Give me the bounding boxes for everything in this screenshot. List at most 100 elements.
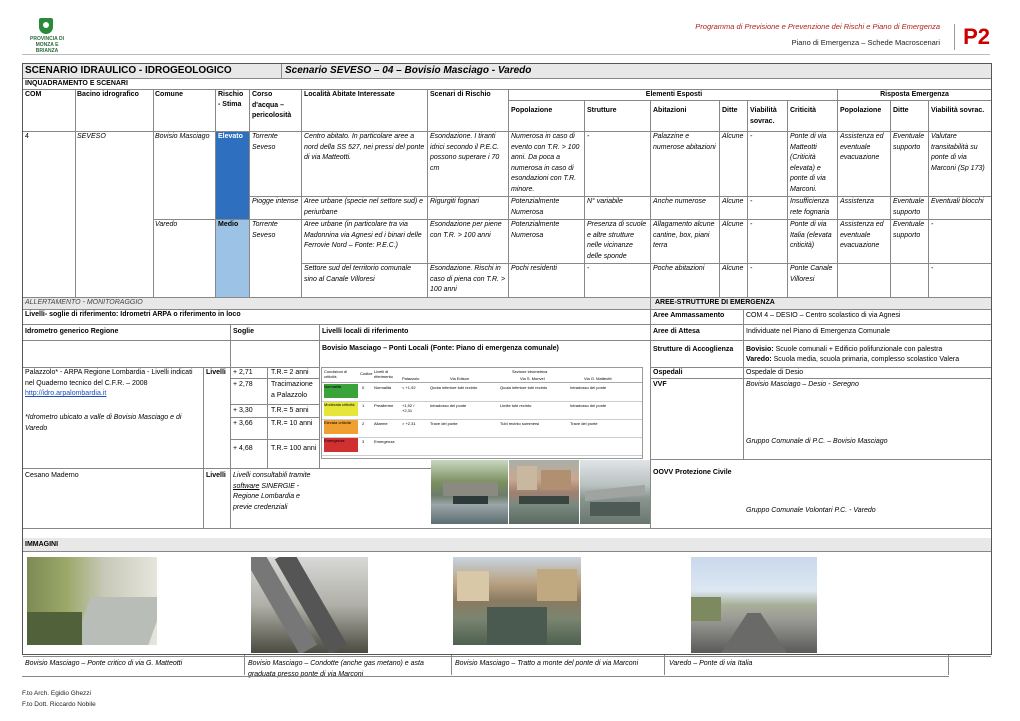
- risk-medio-bar: [216, 220, 249, 297]
- livelli-locali-label: Livelli locali di riferimento: [322, 328, 409, 335]
- ct-code: 3: [362, 439, 365, 444]
- row3-scenari: Esondazione per piene con T.R. > 100 ann…: [430, 221, 502, 239]
- ct-idro: > +2,31: [402, 421, 416, 426]
- row2-popolazione: Potenzialmente Numerosa: [511, 198, 560, 216]
- header-program-title: Programma di Previsione e Prevenzione de…: [695, 22, 940, 31]
- col-risposta: Risposta Emergenza: [880, 91, 949, 98]
- row1-strutture: -: [587, 133, 590, 140]
- vvf-value: Bovisio Masciago – Desio - Seregno: [746, 381, 859, 388]
- row1-ditte-risposta: Eventuale supporto: [893, 133, 925, 151]
- row4-viab-risposta: -: [931, 265, 934, 272]
- ospedali-label: Ospedali: [653, 369, 683, 376]
- palazzolo-idrometro: Palazzolo* - ARPA Regione Lombardia - Li…: [25, 369, 193, 387]
- bridge-photo-3: [580, 460, 650, 524]
- section-inquadramento: INQUADRAMENTO E SCENARI: [25, 80, 128, 87]
- row4-scenari: Esondazione. Rischi in caso di piena con…: [430, 265, 506, 293]
- volontari-varedo: Gruppo Comunale Volontari P.C. - Varedo: [746, 507, 876, 514]
- photo-ponte-italia: [691, 557, 817, 653]
- row2-ditte-risposta: Eventuale supporto: [893, 198, 925, 216]
- row1-popolazione: Numerosa in caso di evento con T.R. > 10…: [511, 133, 580, 193]
- row3-abitazioni: Allagamento alcune cantine, box, piani t…: [653, 221, 715, 249]
- col-com: COM: [25, 91, 42, 98]
- arpa-link-wrapper: http://idro.arpalombardia.it: [23, 389, 203, 400]
- ct-level: Allarme: [374, 421, 388, 426]
- row3-ditte-risposta: Eventuale supporto: [893, 221, 925, 239]
- row2-viabilita: -: [750, 198, 753, 205]
- strutture-accoglienza-label: Strutture di Accoglienza: [653, 346, 734, 353]
- soglia-1-tr: T.R.= 2 anni: [271, 369, 309, 376]
- col-abitazioni: Abitazioni: [653, 107, 687, 114]
- row3-ditte: Alcune: [722, 221, 744, 228]
- ct-matteotti: Trave del ponte: [570, 421, 598, 426]
- soglia-3-value: + 3,30: [233, 407, 253, 414]
- photo-ponte-matteotti: [27, 557, 157, 645]
- cesano-livelli-label: Livelli: [206, 472, 226, 479]
- vvf-label: VVF: [653, 381, 667, 388]
- ct-idro: +1,92 / +2,31: [402, 403, 415, 413]
- cesano-maderno: Cesano Maderno: [25, 472, 79, 479]
- logo-text: PROVINCIA DI MONZA E BRIANZA: [30, 36, 64, 54]
- row4-popolazione: Pochi residenti: [511, 265, 557, 272]
- row2-corso: Piogge intense: [252, 198, 299, 205]
- arpa-link[interactable]: http://idro.arpalombardia.it: [25, 390, 106, 397]
- col-scenari: Scenari di Rischio: [430, 91, 491, 98]
- criticality-row: Emergenza 3 Emergenza: [322, 437, 642, 456]
- ct-level: Normalità: [374, 385, 392, 390]
- software-link[interactable]: software: [233, 483, 259, 490]
- col-popolazione-risposta: Popolazione: [840, 107, 882, 114]
- col-viabilita: Viabilità sovrac.: [750, 107, 777, 125]
- soglia-2-value: + 2,78: [233, 381, 253, 388]
- soglie-label: Soglie: [233, 328, 255, 335]
- col-ditte-risposta: Ditte: [893, 107, 909, 114]
- idrometro-generico-label: Idrometro generico Regione: [25, 328, 119, 335]
- ct-h-matteotti: Via G. Matteotti: [584, 376, 612, 381]
- pc-bovisio: Gruppo Comunale di P.C. – Bovisio Mascia…: [746, 438, 888, 445]
- ponti-locali-title: Bovisio Masciago – Ponti Locali (Fonte: …: [322, 345, 559, 352]
- ct-h-cond: Condizioni di criticità: [324, 369, 347, 379]
- criticality-levels-table: Condizioni di criticità Codice Livelli d…: [321, 367, 643, 459]
- col-corso: Corso d'acqua – pericolosità: [252, 91, 292, 119]
- col-elementi-esposti: Elementi Esposti: [645, 91, 703, 98]
- row4-ditte: Alcune: [722, 265, 744, 272]
- row1-criticita: Ponte di via Matteotti (Criticità elevat…: [790, 133, 827, 193]
- ct-edison: Quota inferiore tubi recinto: [430, 385, 478, 390]
- row1-localita: Centro abitato. In particolare aree a no…: [304, 133, 425, 161]
- header-subtitle: Piano di Emergenza – Schede Macroscenari: [791, 38, 940, 47]
- accoglienza-varedo: Varedo: Scuola media, scuola primaria, c…: [746, 356, 960, 363]
- caption-ponte-matteotti: Bovisio Masciago – Ponte critico di via …: [25, 660, 183, 667]
- row1-bacino: SEVESO: [77, 133, 106, 140]
- criticality-row: Normalità 0 Normalità < +1,92 Quota inferior…: [322, 383, 642, 402]
- ct-idro: < +1,92: [402, 385, 416, 390]
- aree-ammassamento-value: COM 4 – DESIO – Centro scolastico di via…: [746, 312, 901, 319]
- ct-cond: Moderata criticità: [324, 402, 358, 416]
- ct-h-cod: Codice: [360, 371, 373, 376]
- ct-code: 2: [362, 421, 365, 426]
- soglia-5-value: + 4,68: [233, 445, 253, 452]
- section-aree-strutture: AREE-STRUTTURE DI EMERGENZA: [655, 299, 775, 306]
- row1-com: 4: [25, 133, 29, 140]
- soglia-1-value: + 2,71: [233, 369, 253, 376]
- aree-ammassamento-label: Aree Ammassamento: [653, 312, 725, 319]
- soglia-3-tr: T.R.= 5 anni: [271, 407, 309, 414]
- col-criticita: Criticità: [790, 107, 817, 114]
- row2-ditte: Alcune: [722, 198, 744, 205]
- bridge-photo-1: [431, 460, 508, 524]
- ct-level: Emergenza: [374, 439, 395, 444]
- scenario-sheet: SCENARIO IDRAULICO - IDROGEOLOGICO Scena…: [22, 63, 992, 678]
- photo-tratto-monte: [453, 557, 581, 645]
- ct-code: 0: [362, 385, 365, 390]
- row4-strutture: -: [587, 265, 590, 272]
- col-viabilita-risposta: Viabilità sovrac.: [931, 107, 985, 114]
- col-ditte: Ditte: [722, 107, 738, 114]
- row1-rischio: Elevato: [218, 133, 243, 140]
- ct-matteotti: Intradosso del ponte: [570, 403, 607, 408]
- soglia-2-tr: Tracimazione a Palazzolo: [271, 381, 313, 399]
- row3-viab-risposta: -: [931, 221, 934, 228]
- ct-h-monvel: Via S. Monvel: [520, 376, 545, 381]
- section-immagini: IMMAGINI: [25, 541, 59, 548]
- row3-viabilita: -: [750, 221, 753, 228]
- section-allertamento: ALLERTAMENTO - MONITORAGGIO: [25, 299, 143, 306]
- row4-viabilita: -: [750, 265, 753, 272]
- ct-monvel: Quota inferiore tubi recinto: [500, 385, 548, 390]
- criticality-row: Moderata criticità 1 Preallerme +1,92 / +2,…: [322, 401, 642, 420]
